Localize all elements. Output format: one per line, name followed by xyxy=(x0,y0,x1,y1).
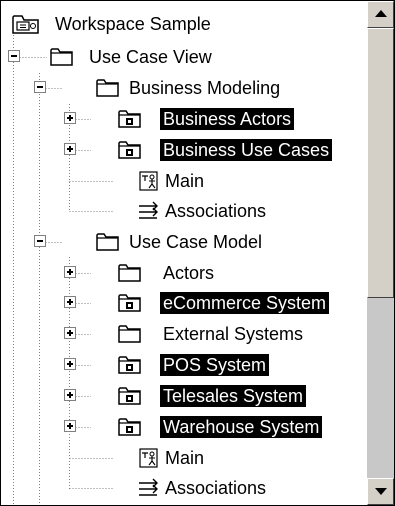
browser-tree-panel: Workspace Sample Use Case View Business Mo… xyxy=(0,0,395,506)
folder-icon xyxy=(117,261,143,288)
expand-icon[interactable] xyxy=(64,358,76,370)
expand-icon[interactable] xyxy=(64,266,76,278)
scroll-thumb[interactable] xyxy=(367,28,394,298)
collapse-icon[interactable] xyxy=(34,235,46,247)
tree-node[interactable]: eCommerce System xyxy=(1,288,367,318)
diagram-icon xyxy=(137,169,161,198)
tree-node[interactable]: Telesales System xyxy=(1,381,367,411)
expand-icon[interactable] xyxy=(64,143,76,155)
tree-node-label[interactable]: Business Modeling xyxy=(126,77,283,99)
tree-node-label[interactable]: Main xyxy=(162,170,207,192)
controlled-folder-icon xyxy=(117,291,143,318)
arrow-down-icon xyxy=(375,488,387,495)
controlled-folder-icon xyxy=(117,415,143,442)
expand-icon[interactable] xyxy=(64,420,76,432)
tree-node-label[interactable]: eCommerce System xyxy=(160,292,330,314)
scroll-up-button[interactable] xyxy=(367,1,394,28)
expand-icon[interactable] xyxy=(64,327,76,339)
collapse-icon[interactable] xyxy=(8,50,20,62)
tree-node[interactable]: Main xyxy=(1,443,367,473)
tree-view[interactable]: Workspace Sample Use Case View Business Mo… xyxy=(1,1,367,505)
diagram-icon xyxy=(137,446,161,475)
collapse-icon[interactable] xyxy=(34,81,46,93)
folder-icon xyxy=(49,45,75,72)
tree-node[interactable]: Main xyxy=(1,166,367,196)
tree-node-label[interactable]: Use Case View xyxy=(86,46,215,68)
controlled-folder-icon xyxy=(117,138,143,165)
expand-icon[interactable] xyxy=(64,112,76,124)
tree-node-label[interactable]: Use Case Model xyxy=(126,231,265,253)
folder-icon xyxy=(95,76,121,103)
workspace-icon xyxy=(11,12,41,41)
folder-icon xyxy=(117,322,143,349)
tree-node-label[interactable]: POS System xyxy=(160,354,270,376)
tree-node[interactable]: Use Case View xyxy=(1,42,367,72)
tree-node[interactable]: External Systems xyxy=(1,319,367,349)
tree-node-label[interactable]: Associations xyxy=(162,477,269,499)
tree-node[interactable]: Use Case Model xyxy=(1,227,367,257)
tree-node-label[interactable]: Telesales System xyxy=(160,385,307,407)
tree-node[interactable]: Business Modeling xyxy=(1,73,367,103)
tree-node-label[interactable]: Business Use Cases xyxy=(160,139,333,161)
associations-icon xyxy=(137,199,161,228)
folder-icon xyxy=(95,230,121,257)
controlled-folder-icon xyxy=(117,353,143,380)
tree-node-label[interactable]: Main xyxy=(162,447,207,469)
expand-icon[interactable] xyxy=(64,389,76,401)
tree-node[interactable]: Business Actors xyxy=(1,104,367,134)
tree-node-label[interactable]: Warehouse System xyxy=(160,416,323,438)
scroll-down-button[interactable] xyxy=(367,478,394,505)
vertical-scrollbar[interactable] xyxy=(367,1,394,505)
tree-node[interactable]: Warehouse System xyxy=(1,412,367,442)
tree-node-label[interactable]: Actors xyxy=(160,262,217,284)
tree-node-label[interactable]: External Systems xyxy=(160,323,306,345)
tree-node[interactable]: Associations xyxy=(1,196,367,226)
tree-node-label[interactable]: Associations xyxy=(162,200,269,222)
controlled-folder-icon xyxy=(117,107,143,134)
associations-icon xyxy=(137,476,161,505)
tree-node[interactable]: POS System xyxy=(1,350,367,380)
tree-node[interactable]: Actors xyxy=(1,258,367,288)
expand-icon[interactable] xyxy=(64,296,76,308)
tree-node[interactable]: Business Use Cases xyxy=(1,135,367,165)
tree-node[interactable]: Workspace Sample xyxy=(1,9,367,39)
tree-node[interactable]: Associations xyxy=(1,473,367,503)
arrow-up-icon xyxy=(375,10,387,17)
tree-node-label[interactable]: Workspace Sample xyxy=(52,13,214,35)
tree-node-label[interactable]: Business Actors xyxy=(160,108,295,130)
controlled-folder-icon xyxy=(117,384,143,411)
